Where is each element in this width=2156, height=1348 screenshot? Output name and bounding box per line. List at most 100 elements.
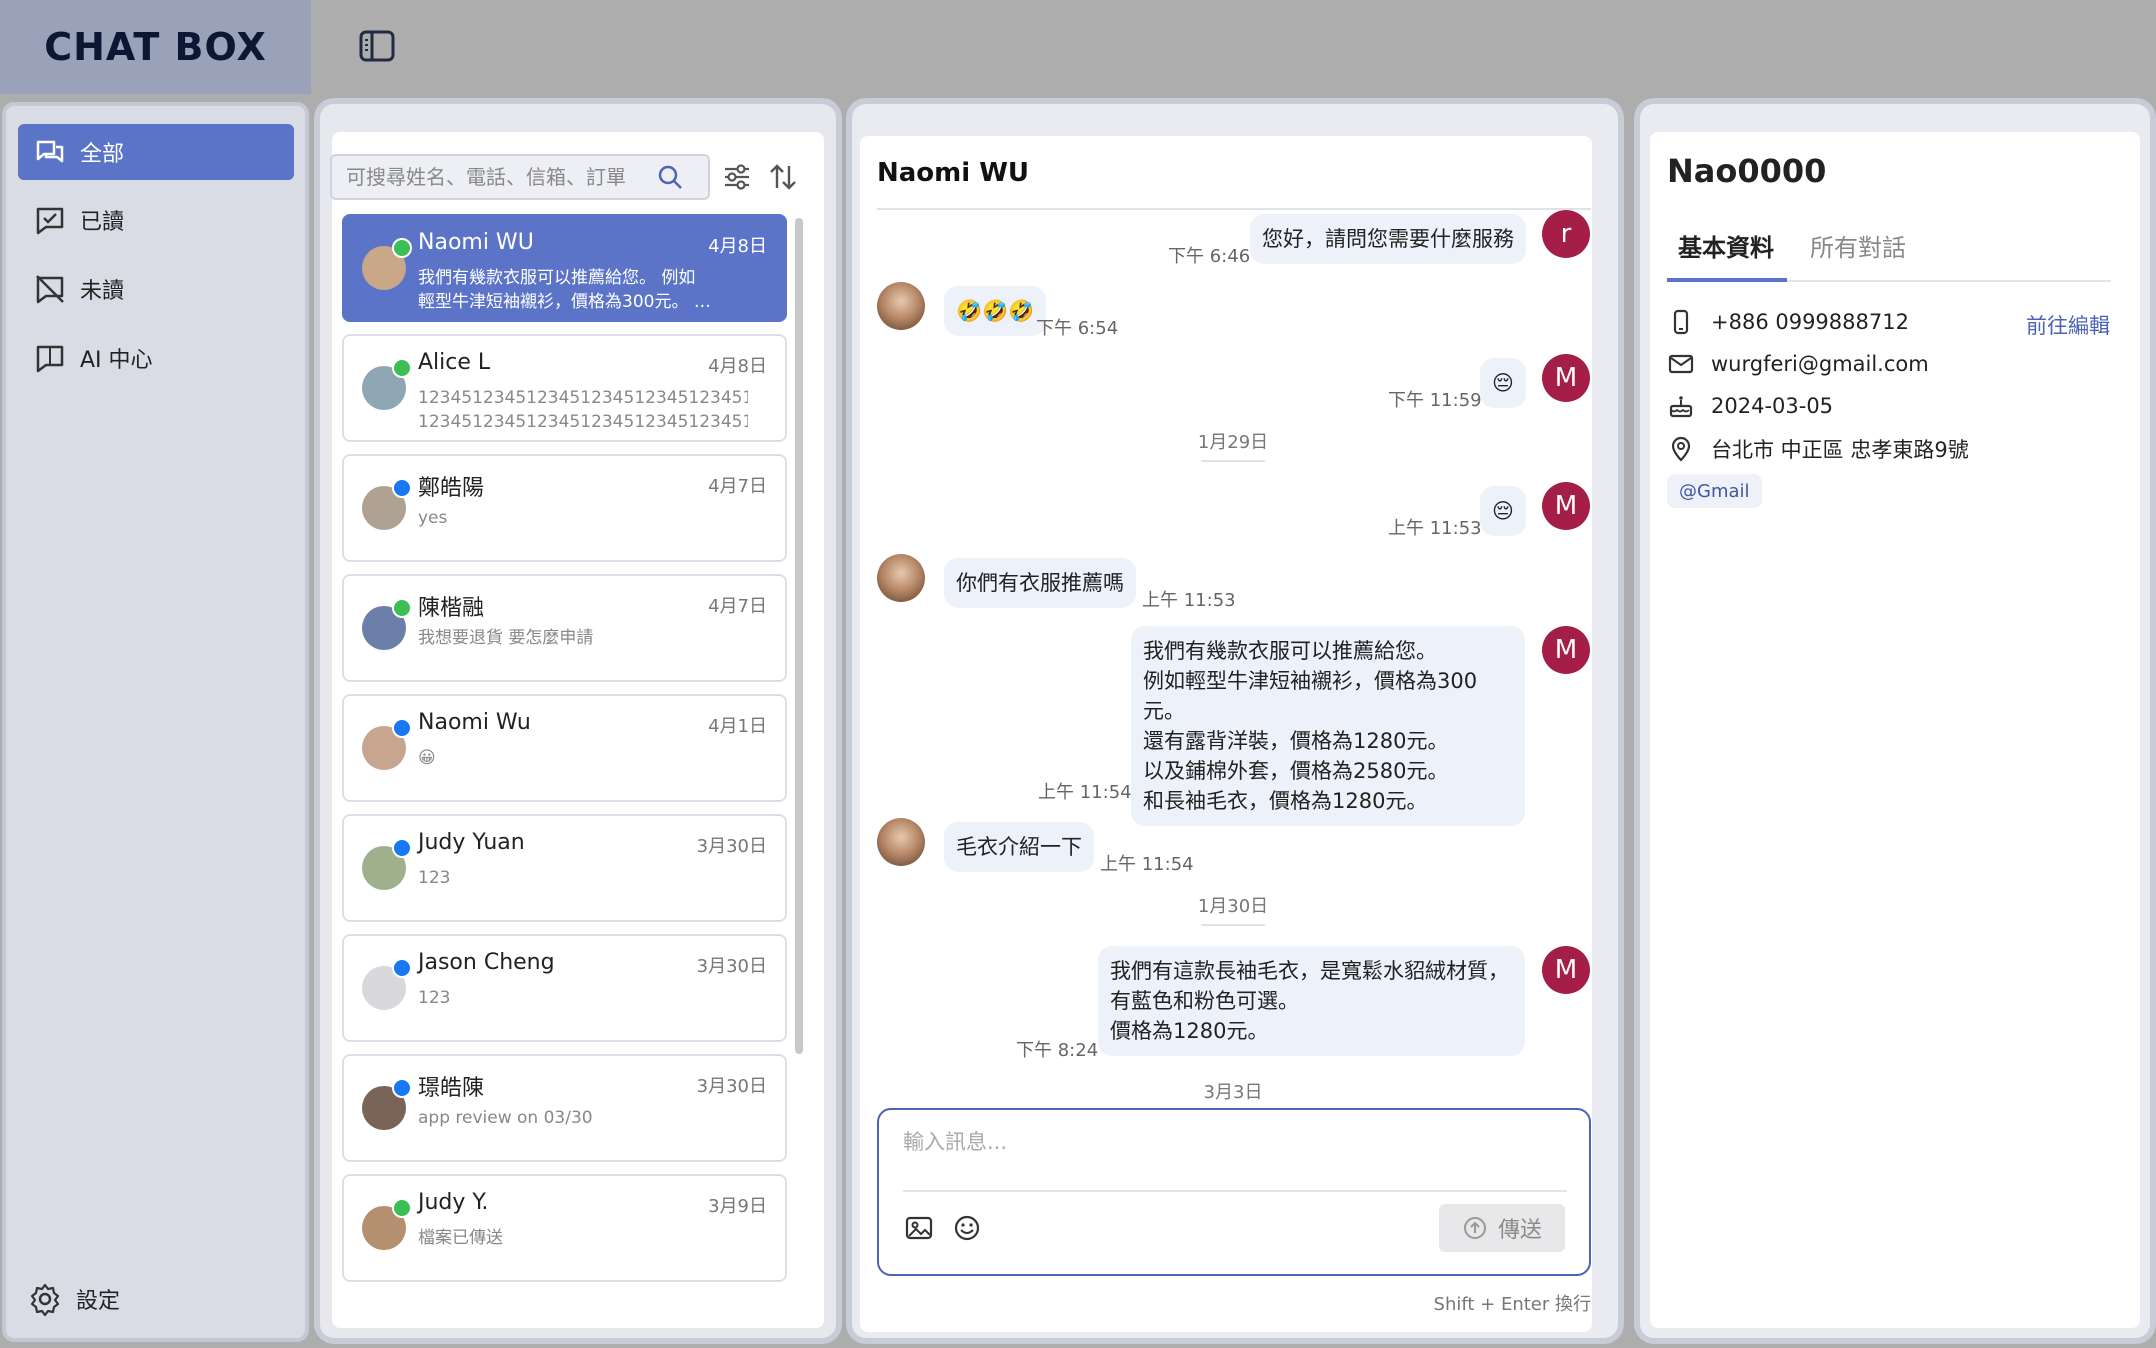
facebook-icon	[392, 718, 412, 738]
location-pin-icon	[1671, 436, 1691, 462]
agent-avatar: M	[1542, 482, 1590, 530]
logo-area: CHAT BOX	[0, 0, 311, 94]
chat-off-icon	[36, 275, 64, 304]
send-button[interactable]: 傳送	[1439, 1204, 1565, 1252]
profile-address: 台北市 中正區 忠孝東路9號	[1667, 434, 1969, 464]
mail-icon	[1668, 354, 1694, 374]
agent-avatar: M	[1542, 946, 1590, 994]
avatar	[362, 1198, 412, 1250]
birthday-value: 2024-03-05	[1711, 394, 1834, 418]
conversation-scrollbar[interactable]	[795, 218, 803, 1054]
conversation-date: 4月1日	[708, 716, 767, 737]
conversation-item[interactable]: Judy Yuan 3月30日 123	[342, 814, 787, 922]
address-value: 台北市 中正區 忠孝東路9號	[1711, 438, 1969, 462]
conversation-date: 4月7日	[708, 596, 767, 617]
tab-all-conversations[interactable]: 所有對話	[1810, 228, 1906, 275]
edit-profile-link[interactable]: 前往編輯	[2026, 310, 2110, 340]
avatar	[362, 1078, 412, 1130]
message-time: 上午 11:53	[1388, 518, 1482, 539]
line-icon	[392, 1198, 412, 1218]
image-icon[interactable]	[903, 1212, 935, 1244]
cake-icon	[1669, 396, 1693, 418]
conversation-item[interactable]: 璟皓陳 3月30日 app review on 03/30	[342, 1054, 787, 1162]
chat-header-divider	[877, 208, 1591, 210]
avatar	[362, 238, 412, 290]
message-time: 上午 11:54	[1100, 854, 1194, 875]
message-input[interactable]	[903, 1130, 1563, 1154]
agent-avatar: M	[1542, 626, 1590, 674]
conversation-preview: yes	[418, 508, 448, 528]
chat-book-icon	[36, 345, 64, 373]
nav-item-label: AI 中心	[80, 348, 153, 373]
conversation-preview: 😀	[418, 748, 436, 768]
conversation-date: 3月30日	[696, 956, 767, 977]
profile-birthday: 2024-03-05	[1667, 392, 1833, 420]
profile-phone: +886 0999888712	[1667, 308, 1909, 336]
profile-name: Nao0000	[1667, 152, 1827, 190]
conversation-preview: 123	[418, 988, 451, 1008]
message-time: 上午 11:54	[1038, 782, 1132, 803]
avatar	[362, 718, 412, 770]
customer-avatar	[877, 818, 925, 866]
day-divider: 3月3日	[1183, 1078, 1283, 1112]
nav-sidebar: 全部 已讀 未讀 AI 中心	[6, 106, 305, 1338]
message-composer: 傳送	[877, 1108, 1591, 1276]
nav-item-unread[interactable]: 未讀	[18, 261, 294, 317]
conversation-item[interactable]: 鄭皓陽 4月7日 yes	[342, 454, 787, 562]
top-bar	[0, 0, 2156, 94]
conversation-item[interactable]: Alice L 4月8日 12345123451234512345123451234…	[342, 334, 787, 442]
conversation-name: Judy Yuan	[418, 830, 525, 855]
facebook-icon	[392, 478, 412, 498]
chat-check-icon	[36, 207, 64, 235]
nav-item-ai-center[interactable]: AI 中心	[18, 330, 294, 386]
settings-button[interactable]: 設定	[28, 1282, 120, 1316]
conversation-item[interactable]: 陳楷融 4月7日我想要退貨 要怎麼申請	[342, 574, 787, 682]
conversation-preview: 我們有幾款衣服可以推薦給您。 例如 輕型牛津短袖襯衫，價格為300元。 …	[418, 268, 711, 312]
conversation-preview: 我想要退貨 要怎麼申請	[418, 628, 594, 648]
search-icon[interactable]	[656, 163, 684, 191]
sort-icon[interactable]	[766, 160, 800, 194]
conversation-date: 3月30日	[696, 1076, 767, 1097]
chat-title: Naomi WU	[877, 158, 1030, 188]
conversation-item[interactable]: Naomi Wu 4月1日 😀	[342, 694, 787, 802]
conversation-item[interactable]: Jason Cheng 3月30日 123	[342, 934, 787, 1042]
conversation-item[interactable]: Naomi WU 4月8日我們有幾款衣服可以推薦給您。 例如 輕型牛津短袖襯衫，價…	[342, 214, 787, 322]
message-time: 下午 11:59	[1388, 390, 1482, 411]
facebook-icon	[392, 1078, 412, 1098]
message-time: 下午 6:46	[1168, 246, 1251, 267]
customer-avatar	[877, 554, 925, 602]
line-icon	[392, 358, 412, 378]
message-bubble: 您好，請問您需要什麼服務	[1250, 214, 1526, 264]
gear-icon	[30, 1283, 60, 1316]
day-divider: 1月30日	[1183, 892, 1283, 926]
tab-basic-info[interactable]: 基本資料	[1678, 228, 1774, 275]
conversation-name: Naomi WU	[418, 230, 534, 255]
nav-item-read[interactable]: 已讀	[18, 192, 294, 248]
filter-icon[interactable]	[720, 160, 754, 194]
emoji-icon[interactable]	[951, 1212, 983, 1244]
conversation-name: 陳楷融	[418, 596, 485, 621]
customer-avatar	[877, 282, 925, 330]
nav-item-all[interactable]: 全部	[18, 124, 294, 180]
message-bubble: 你們有衣服推薦嗎	[944, 558, 1136, 608]
sidebar-toggle-icon[interactable]	[358, 28, 396, 64]
search-input[interactable]	[346, 165, 656, 189]
avatar	[362, 358, 412, 410]
conversation-preview: 檔案已傳送	[418, 1228, 503, 1248]
message-bubble: 😔	[1480, 358, 1526, 408]
message-time: 上午 11:53	[1142, 590, 1236, 611]
conversation-date: 3月9日	[708, 1196, 767, 1217]
message-time: 下午 8:24	[1016, 1040, 1099, 1061]
conversation-preview: 123	[418, 868, 451, 888]
conversation-date: 4月8日	[708, 236, 767, 257]
profile-tag[interactable]: @Gmail	[1667, 474, 1762, 508]
phone-icon	[1673, 309, 1689, 335]
conversation-name: Alice L	[418, 350, 491, 375]
conversation-date: 4月8日	[708, 356, 767, 377]
conversation-date: 3月30日	[696, 836, 767, 857]
email-value: wurgferi@gmail.com	[1711, 352, 1929, 376]
profile-email: wurgferi@gmail.com	[1667, 350, 1929, 378]
nav-item-label: 全部	[80, 142, 125, 167]
nav-item-label: 未讀	[80, 279, 125, 304]
conversation-item[interactable]: Judy Y. 3月9日 檔案已傳送	[342, 1174, 787, 1282]
